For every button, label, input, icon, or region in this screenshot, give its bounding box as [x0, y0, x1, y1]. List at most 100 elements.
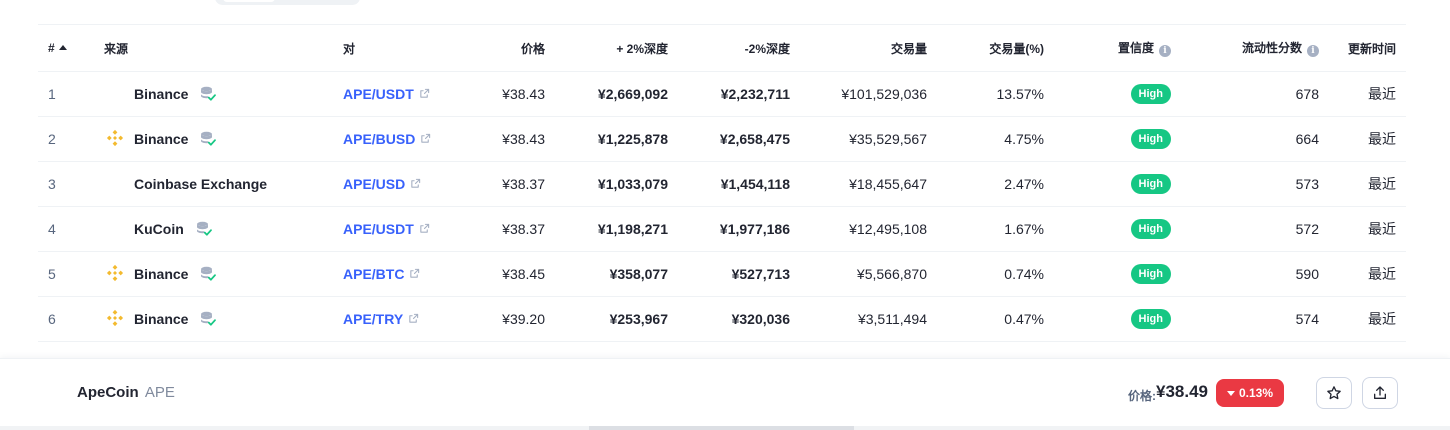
header-confidence[interactable]: 置信度 i	[1054, 25, 1181, 72]
header-liquidity[interactable]: 流动性分数 i	[1181, 25, 1329, 72]
source-cell[interactable]: Binance	[104, 82, 323, 106]
row-source[interactable]: Binance	[94, 297, 333, 342]
header-updated[interactable]: 更新时间	[1329, 25, 1406, 72]
share-icon	[1374, 386, 1386, 399]
row-source[interactable]: Binance	[94, 72, 333, 117]
row-volume-pct: 13.57%	[937, 72, 1054, 117]
caret-down-icon	[1226, 390, 1235, 396]
row-price: ¥38.37	[463, 207, 555, 252]
price-value: ¥38.45	[502, 266, 545, 282]
rank-value: 6	[48, 311, 56, 327]
row-depth-minus: ¥2,232,711	[678, 72, 800, 117]
pair-link[interactable]: APE/BUSD	[343, 131, 415, 147]
row-price: ¥38.43	[463, 72, 555, 117]
updated-value: 最近	[1368, 86, 1396, 102]
header-volume-pct-label: 交易量(%)	[989, 41, 1044, 56]
verified-database-icon	[199, 85, 217, 103]
exchange-name[interactable]: Coinbase Exchange	[134, 176, 267, 192]
row-pair[interactable]: APE/USD	[333, 162, 463, 207]
volume-pct-value: 1.67%	[1004, 221, 1044, 237]
source-cell[interactable]: Binance	[104, 307, 323, 331]
volume-pct-value: 4.75%	[1004, 131, 1044, 147]
row-liquidity: 573	[1181, 162, 1329, 207]
header-pair[interactable]: 对	[333, 25, 463, 72]
row-liquidity: 664	[1181, 117, 1329, 162]
exchange-logo-slot	[104, 172, 132, 196]
header-depth-plus[interactable]: + 2%深度	[555, 25, 678, 72]
source-cell[interactable]: Coinbase Exchange	[104, 172, 323, 196]
row-pair[interactable]: APE/BTC	[333, 252, 463, 297]
row-volume: ¥35,529,567	[800, 117, 937, 162]
horizontal-scrollbar-thumb[interactable]	[589, 426, 854, 430]
info-icon[interactable]: i	[1307, 45, 1319, 57]
table-row: 5 Binance APE/BTC ¥38.45 ¥358,077 ¥527,713 ¥5,…	[38, 251, 1406, 297]
row-confidence: High	[1054, 72, 1181, 117]
header-confidence-label: 置信度	[1117, 41, 1154, 55]
header-source[interactable]: 来源	[94, 25, 333, 72]
row-rank: 6	[38, 297, 94, 342]
row-source[interactable]: Binance	[94, 252, 333, 297]
header-volume-pct[interactable]: 交易量(%)	[937, 25, 1054, 72]
row-depth-plus: ¥253,967	[555, 297, 678, 342]
liquidity-value: 664	[1295, 131, 1319, 147]
info-icon[interactable]: i	[1159, 45, 1171, 57]
depth-plus-value: ¥358,077	[609, 266, 668, 282]
pair-link[interactable]: APE/BTC	[343, 266, 404, 282]
external-link-icon	[408, 311, 419, 327]
pair-link[interactable]: APE/USDT	[343, 86, 414, 102]
coin-symbol: APE	[144, 384, 175, 401]
exchange-name[interactable]: Binance	[134, 131, 188, 147]
markets-table-body: 1 Binance APE/USDT ¥38.43 ¥2,669,092 ¥2,232,7…	[38, 71, 1406, 342]
row-volume: ¥12,495,108	[800, 207, 937, 252]
row-rank: 2	[38, 117, 94, 162]
header-depth-minus[interactable]: -2%深度	[678, 25, 800, 72]
row-pair[interactable]: APE/TRY	[333, 297, 463, 342]
row-price: ¥38.43	[463, 117, 555, 162]
row-rank: 1	[38, 72, 94, 117]
row-liquidity: 574	[1181, 297, 1329, 342]
view-toggle-pill[interactable]	[215, 0, 360, 5]
row-depth-plus: ¥1,198,271	[555, 207, 678, 252]
exchange-name[interactable]: Binance	[134, 311, 188, 327]
depth-plus-value: ¥253,967	[609, 311, 668, 327]
source-cell[interactable]: Binance	[104, 127, 323, 151]
row-source[interactable]: KuCoin	[94, 207, 333, 252]
volume-value: ¥3,511,494	[857, 311, 927, 327]
row-volume-pct: 0.47%	[937, 297, 1054, 342]
row-updated: 最近	[1329, 117, 1406, 162]
verified-database-icon	[195, 220, 213, 238]
row-volume-pct: 2.47%	[937, 162, 1054, 207]
row-pair[interactable]: APE/USDT	[333, 207, 463, 252]
row-source[interactable]: Binance	[94, 117, 333, 162]
pair-link[interactable]: APE/USD	[343, 176, 405, 192]
watchlist-button[interactable]	[1316, 377, 1352, 409]
source-cell[interactable]: KuCoin	[104, 217, 323, 241]
confidence-badge: High	[1130, 84, 1171, 104]
row-updated: 最近	[1329, 162, 1406, 207]
rank-value: 1	[48, 86, 56, 102]
row-pair[interactable]: APE/BUSD	[333, 117, 463, 162]
coin-name: ApeCoin	[77, 384, 139, 401]
exchange-name[interactable]: Binance	[134, 266, 188, 282]
pair-link[interactable]: APE/TRY	[343, 311, 403, 327]
exchange-name[interactable]: KuCoin	[134, 221, 184, 237]
table-row: 3 Coinbase Exchange APE/USD ¥38.37 ¥1,033,07…	[38, 161, 1406, 207]
pair-link[interactable]: APE/USDT	[343, 221, 414, 237]
share-button[interactable]	[1362, 377, 1398, 409]
liquidity-value: 573	[1295, 176, 1319, 192]
view-toggle-active[interactable]	[223, 0, 275, 2]
confidence-badge: High	[1130, 174, 1171, 194]
source-cell[interactable]: Binance	[104, 262, 323, 286]
row-pair[interactable]: APE/USDT	[333, 72, 463, 117]
liquidity-value: 572	[1295, 221, 1319, 237]
liquidity-value: 678	[1295, 86, 1319, 102]
header-rank[interactable]: #	[38, 25, 94, 72]
header-price[interactable]: 价格	[463, 25, 555, 72]
row-volume: ¥18,455,647	[800, 162, 937, 207]
exchange-name[interactable]: Binance	[134, 86, 188, 102]
row-depth-plus: ¥1,033,079	[555, 162, 678, 207]
row-depth-minus: ¥320,036	[678, 297, 800, 342]
row-source[interactable]: Coinbase Exchange	[94, 162, 333, 207]
header-volume[interactable]: 交易量	[800, 25, 937, 72]
row-liquidity: 590	[1181, 252, 1329, 297]
